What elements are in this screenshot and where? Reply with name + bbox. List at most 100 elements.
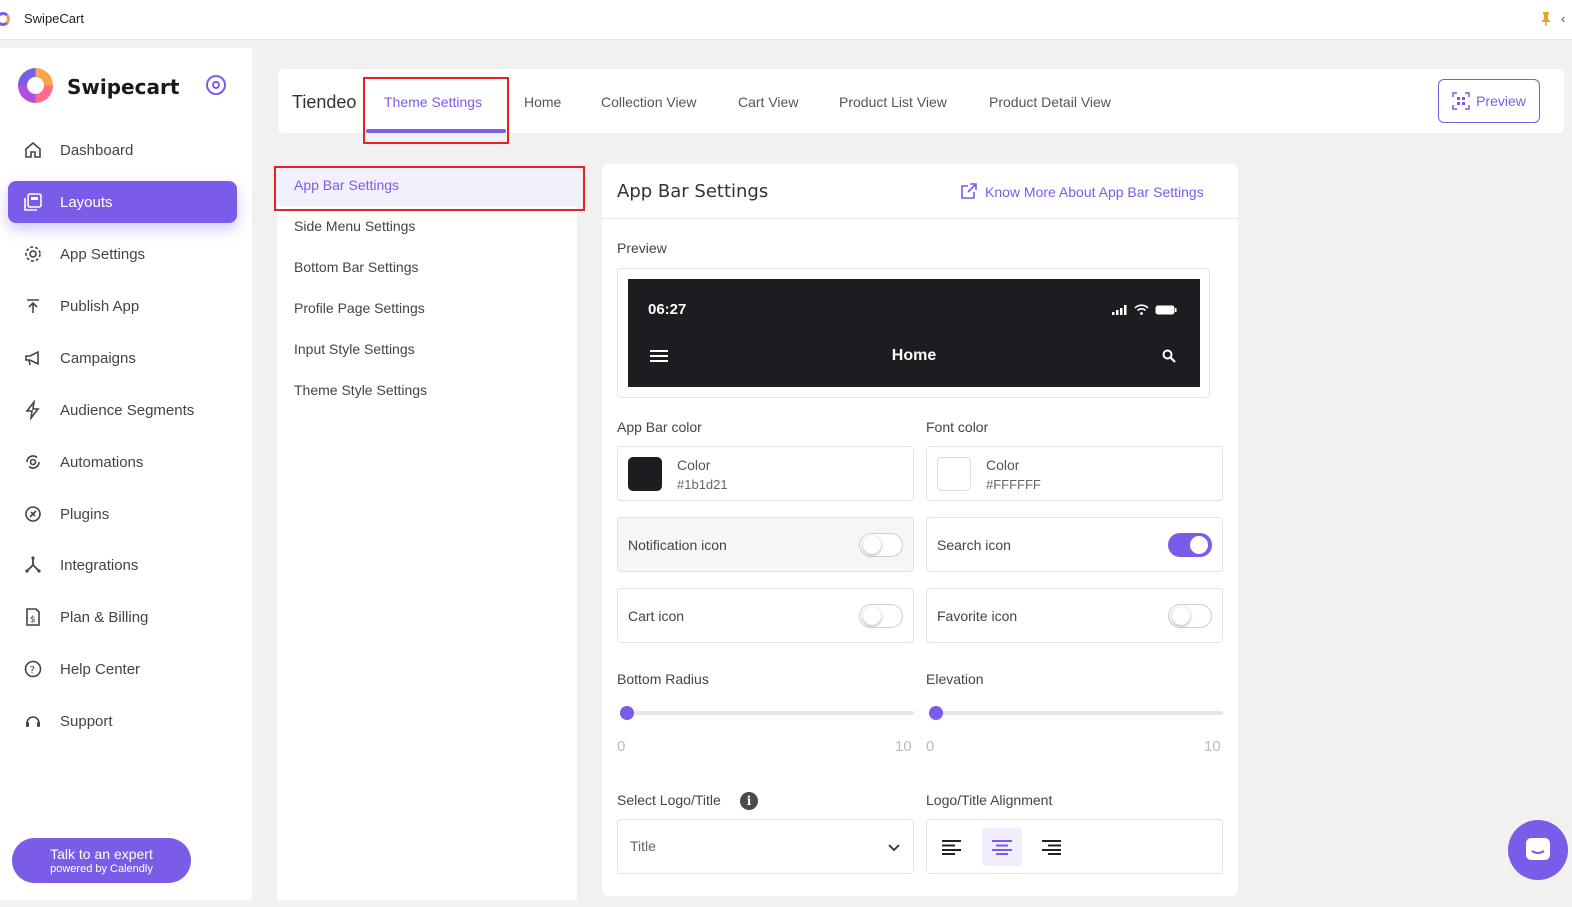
phone-status-icons — [1112, 304, 1177, 315]
panel-header: App Bar Settings Know More About App Bar… — [602, 164, 1238, 219]
preview-label: Preview — [1476, 93, 1526, 109]
phone-app-bar: 06:27 Home — [628, 279, 1200, 387]
chat-icon — [1526, 838, 1550, 860]
tab-collection-view[interactable]: Collection View — [601, 94, 696, 110]
sidebar-item-support[interactable]: Support — [8, 700, 237, 742]
font-color-swatch[interactable] — [937, 457, 971, 491]
signal-icon — [1112, 304, 1127, 315]
settings-item-label: Theme Style Settings — [294, 382, 428, 398]
battery-icon — [1155, 305, 1177, 314]
settings-item-input-style[interactable]: Input Style Settings — [277, 328, 577, 370]
external-link-icon — [961, 183, 977, 199]
settings-item-label: Input Style Settings — [294, 341, 415, 357]
qr-icon — [1452, 92, 1470, 110]
sidebar-item-plan-billing[interactable]: $ Plan & Billing — [8, 596, 237, 638]
sidebar-item-audience-segments[interactable]: Audience Segments — [8, 389, 237, 431]
settings-item-label: Side Menu Settings — [294, 218, 416, 234]
notification-icon-toggle[interactable] — [859, 533, 903, 557]
notification-icon-toggle-row: Notification icon — [617, 517, 914, 572]
sidebar-item-campaigns[interactable]: Campaigns — [8, 337, 237, 379]
tab-product-list-view[interactable]: Product List View — [839, 94, 947, 110]
sidebar-item-dashboard[interactable]: Dashboard — [8, 129, 237, 171]
settings-item-theme-style[interactable]: Theme Style Settings — [277, 369, 577, 411]
color-value: #1b1d21 — [677, 477, 728, 492]
layouts-icon — [22, 191, 44, 213]
chat-launcher-button[interactable] — [1508, 820, 1568, 880]
toggle-label: Favorite icon — [937, 608, 1018, 624]
sidebar-item-label: Layouts — [60, 193, 113, 211]
swipecart-logo-icon — [18, 68, 53, 103]
sidebar: Swipecart Dashboard Layouts App Settings… — [0, 48, 252, 900]
phone-title: Home — [891, 347, 937, 364]
sidebar-item-label: Support — [60, 712, 113, 730]
brand-name: Swipecart — [67, 75, 180, 99]
settings-item-bottom-bar[interactable]: Bottom Bar Settings — [277, 246, 577, 288]
bottom-strip — [0, 900, 1572, 907]
bottom-radius-max: 10 — [895, 738, 912, 755]
bottom-radius-label: Bottom Radius — [617, 671, 709, 687]
plugin-icon — [22, 503, 44, 525]
expert-sublabel: powered by Calendly — [50, 863, 153, 875]
settings-item-profile-page[interactable]: Profile Page Settings — [277, 287, 577, 329]
store-name: Tiendeo — [292, 92, 357, 112]
elevation-label: Elevation — [926, 671, 984, 687]
color-title: Color — [677, 457, 711, 473]
more-icon[interactable]: ‹ — [1561, 11, 1572, 27]
tab-home[interactable]: Home — [524, 94, 561, 110]
app-bar-preview: 06:27 Home — [617, 268, 1210, 398]
font-color-picker[interactable]: Color #FFFFFF — [926, 446, 1223, 501]
pin-icon[interactable] — [1538, 11, 1554, 27]
help-icon: ? — [22, 658, 44, 680]
align-right-button[interactable] — [1031, 828, 1071, 866]
talk-to-expert-button[interactable]: Talk to an expert powered by Calendly — [12, 838, 191, 883]
bottom-radius-slider-thumb[interactable] — [620, 706, 634, 720]
brand — [18, 68, 53, 103]
sidebar-item-automations[interactable]: Automations — [8, 441, 237, 483]
favorite-icon-toggle[interactable] — [1168, 604, 1212, 628]
info-icon[interactable]: i — [740, 792, 758, 810]
theme-settings-highlight — [363, 77, 509, 144]
search-icon-toggle[interactable] — [1168, 533, 1212, 557]
tab-product-detail-view[interactable]: Product Detail View — [989, 94, 1111, 110]
know-more-link[interactable]: Know More About App Bar Settings — [960, 183, 1204, 200]
sidebar-item-label: Audience Segments — [60, 401, 195, 419]
sidebar-item-publish-app[interactable]: Publish App — [8, 285, 237, 327]
sidebar-item-help-center[interactable]: ? Help Center — [8, 648, 237, 690]
toggle-label: Search icon — [937, 537, 1011, 553]
lightning-icon — [22, 399, 44, 421]
sidebar-item-label: Dashboard — [60, 141, 134, 159]
logo-title-select[interactable]: Title — [617, 819, 914, 874]
cart-icon-toggle[interactable] — [859, 604, 903, 628]
toggle-label: Notification icon — [628, 537, 727, 553]
app-bar-color-swatch[interactable] — [628, 457, 662, 491]
align-center-button[interactable] — [982, 828, 1022, 866]
target-icon[interactable] — [206, 75, 226, 95]
app-bar-color-picker[interactable]: Color #1b1d21 — [617, 446, 914, 501]
logo-title-alignment-label: Logo/Title Alignment — [926, 792, 1053, 808]
bottom-radius-slider[interactable] — [620, 711, 914, 715]
elevation-slider-thumb[interactable] — [929, 706, 943, 720]
megaphone-icon — [22, 347, 44, 369]
elevation-min: 0 — [926, 738, 935, 755]
settings-item-label: Profile Page Settings — [294, 300, 425, 316]
tab-cart-view[interactable]: Cart View — [738, 94, 798, 110]
sidebar-item-label: Publish App — [60, 297, 140, 315]
align-center-icon — [992, 840, 1012, 855]
svg-text:?: ? — [30, 665, 35, 676]
align-left-button[interactable] — [932, 828, 972, 866]
search-icon-toggle-row: Search icon — [926, 517, 1223, 572]
color-title: Color — [986, 457, 1020, 473]
elevation-slider[interactable] — [929, 711, 1223, 715]
sidebar-item-app-settings[interactable]: App Settings — [8, 233, 237, 275]
settings-menu: App Bar Settings Side Menu Settings Bott… — [277, 164, 577, 900]
sidebar-item-integrations[interactable]: Integrations — [8, 544, 237, 586]
preview-button[interactable]: Preview — [1438, 79, 1540, 123]
sidebar-item-plugins[interactable]: Plugins — [8, 493, 237, 535]
cart-icon-toggle-row: Cart icon — [617, 588, 914, 643]
window-titlebar: SwipeCart ‹ — [0, 0, 1572, 40]
automation-icon — [22, 451, 44, 473]
settings-item-side-menu[interactable]: Side Menu Settings — [277, 205, 577, 247]
sidebar-item-layouts[interactable]: Layouts — [8, 181, 237, 223]
app-bar-settings-highlight — [274, 166, 585, 211]
preview-section-label: Preview — [617, 240, 667, 256]
